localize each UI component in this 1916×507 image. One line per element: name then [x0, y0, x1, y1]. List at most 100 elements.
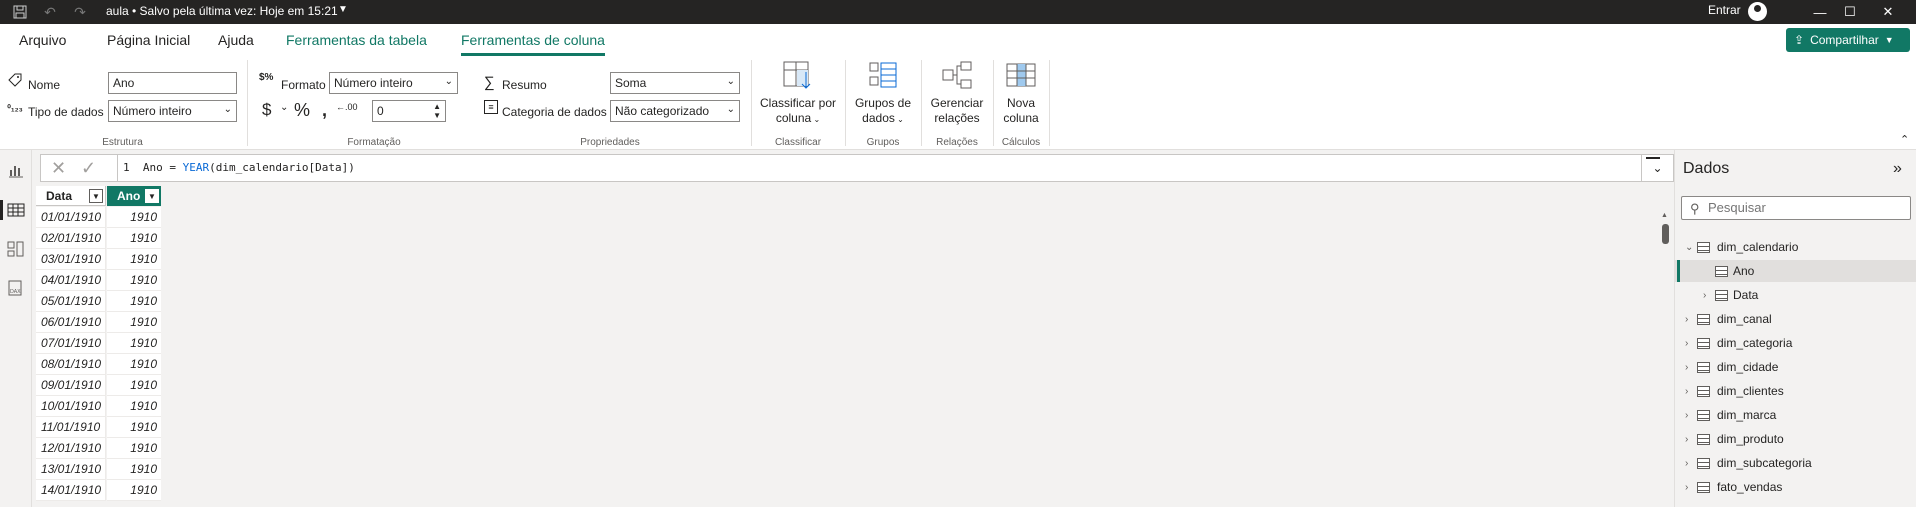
currency-icon[interactable]: $ [262, 100, 271, 120]
cell-ano[interactable]: 1910 [107, 333, 161, 354]
cell-ano[interactable]: 1910 [107, 354, 161, 375]
table-row[interactable]: 03/01/1910 1910 [36, 249, 161, 270]
undo-icon[interactable]: ↶ [40, 2, 60, 22]
cell-ano[interactable]: 1910 [107, 438, 161, 459]
field-item-data[interactable]: › Data [1675, 284, 1916, 306]
table-item-dim-subcategoria[interactable]: › dim_subcategoria [1675, 452, 1916, 474]
filter-dropdown-icon[interactable]: ▼ [145, 189, 159, 203]
search-input[interactable] [1708, 200, 1903, 215]
cell-ano[interactable]: 1910 [107, 480, 161, 501]
share-button[interactable]: ⇪ Compartilhar ▼ [1786, 28, 1910, 52]
column-header-ano[interactable]: Ano ▼ [107, 186, 161, 206]
table-item-dim-clientes[interactable]: › dim_clientes [1675, 380, 1916, 402]
table-row[interactable]: 06/01/1910 1910 [36, 312, 161, 333]
format-select[interactable]: Número inteiro ⌄ [329, 72, 458, 94]
manage-relationships-button[interactable]: Gerenciar relações [926, 60, 988, 126]
table-item-dim-categoria[interactable]: › dim_categoria [1675, 332, 1916, 354]
table-item-dim-marca[interactable]: › dim_marca [1675, 404, 1916, 426]
cell-ano[interactable]: 1910 [107, 228, 161, 249]
redo-icon[interactable]: ↷ [70, 2, 90, 22]
cell-ano[interactable]: 1910 [107, 417, 161, 438]
data-groups-button[interactable]: Grupos de dados ⌄ [851, 60, 915, 127]
column-header-data[interactable]: Data ▼ [36, 186, 106, 206]
cell-data[interactable]: 06/01/1910 [36, 312, 106, 333]
table-item-fato-vendas[interactable]: › fato_vendas [1675, 476, 1916, 498]
table-row[interactable]: 13/01/1910 1910 [36, 459, 161, 480]
close-button[interactable]: ✕ [1865, 0, 1911, 24]
user-avatar-icon[interactable] [1748, 2, 1767, 21]
cell-data[interactable]: 10/01/1910 [36, 396, 106, 417]
tab-ferramentas-tabela[interactable]: Ferramentas da tabela [286, 32, 427, 48]
table-row[interactable]: 14/01/1910 1910 [36, 480, 161, 501]
sort-by-column-button[interactable]: Classificar por coluna ⌄ [756, 60, 840, 127]
cell-ano[interactable]: 1910 [107, 270, 161, 291]
cell-ano[interactable]: 1910 [107, 459, 161, 480]
cell-data[interactable]: 14/01/1910 [36, 480, 106, 501]
cell-data[interactable]: 05/01/1910 [36, 291, 106, 312]
cell-data[interactable]: 09/01/1910 [36, 375, 106, 396]
chevron-right-icon[interactable]: › [1685, 458, 1688, 469]
table-item-dim-cidade[interactable]: › dim_cidade [1675, 356, 1916, 378]
table-row[interactable]: 12/01/1910 1910 [36, 438, 161, 459]
decimals-stepper[interactable]: 0 ▲ ▼ [372, 100, 446, 122]
cell-data[interactable]: 11/01/1910 [36, 417, 106, 438]
chevron-right-icon[interactable]: › [1685, 386, 1688, 397]
cell-data[interactable]: 13/01/1910 [36, 459, 106, 480]
table-row[interactable]: 10/01/1910 1910 [36, 396, 161, 417]
chevron-right-icon[interactable]: › [1685, 362, 1688, 373]
tab-ferramentas-coluna[interactable]: Ferramentas de coluna [461, 32, 605, 48]
save-icon[interactable] [10, 2, 30, 22]
cell-ano[interactable]: 1910 [107, 291, 161, 312]
cell-data[interactable]: 12/01/1910 [36, 438, 106, 459]
table-row[interactable]: 05/01/1910 1910 [36, 291, 161, 312]
formula-editor[interactable]: 1 Ano = YEAR(dim_calendario[Data]) [123, 161, 355, 174]
cell-ano[interactable]: 1910 [107, 249, 161, 270]
commit-formula-icon[interactable]: ✓ [81, 158, 96, 179]
table-row[interactable]: 08/01/1910 1910 [36, 354, 161, 375]
chevron-right-icon[interactable]: › [1703, 290, 1706, 301]
percent-icon[interactable]: % [294, 100, 310, 121]
cell-data[interactable]: 03/01/1910 [36, 249, 106, 270]
document-title[interactable]: aula • Salvo pela última vez: Hoje em 15… [106, 4, 338, 18]
category-select[interactable]: Não categorizado ⌄ [610, 100, 740, 122]
vertical-scrollbar[interactable] [1662, 224, 1669, 244]
chevron-right-icon[interactable]: › [1685, 314, 1688, 325]
collapse-ribbon-icon[interactable]: ⌃ [1900, 133, 1909, 146]
collapse-pane-icon[interactable]: » [1893, 160, 1902, 178]
table-row[interactable]: 01/01/1910 1910 [36, 207, 161, 228]
cell-data[interactable]: 08/01/1910 [36, 354, 106, 375]
table-item-dim-produto[interactable]: › dim_produto [1675, 428, 1916, 450]
search-box[interactable]: ⚲ [1681, 196, 1911, 220]
new-column-button[interactable]: Nova coluna [998, 60, 1044, 126]
cell-ano[interactable]: 1910 [107, 312, 161, 333]
cell-data[interactable]: 02/01/1910 [36, 228, 106, 249]
table-row[interactable]: 02/01/1910 1910 [36, 228, 161, 249]
cell-data[interactable]: 07/01/1910 [36, 333, 106, 354]
chevron-right-icon[interactable]: › [1685, 434, 1688, 445]
decrease-decimals-icon[interactable]: ←.00 [336, 102, 358, 112]
tab-ajuda[interactable]: Ajuda [218, 32, 254, 48]
scroll-up-icon[interactable]: ▲ [1661, 212, 1668, 219]
table-row[interactable]: 07/01/1910 1910 [36, 333, 161, 354]
table-item-dim-canal[interactable]: › dim_canal [1675, 308, 1916, 330]
table-view-icon[interactable] [6, 200, 26, 220]
expand-formula-icon[interactable]: ⌄ [1641, 155, 1673, 181]
column-name-input[interactable] [108, 72, 237, 94]
chevron-right-icon[interactable]: › [1685, 410, 1688, 421]
datatype-select[interactable]: Número inteiro ⌄ [108, 100, 237, 122]
cancel-formula-icon[interactable]: ✕ [51, 158, 66, 179]
table-item-dim-calendario[interactable]: ⌄ dim_calendario [1675, 236, 1916, 258]
table-row[interactable]: 04/01/1910 1910 [36, 270, 161, 291]
signin-button[interactable]: Entrar [1708, 3, 1741, 17]
tab-pagina-inicial[interactable]: Página Inicial [107, 32, 190, 48]
chevron-down-icon[interactable]: ⌄ [1685, 242, 1693, 253]
table-row[interactable]: 09/01/1910 1910 [36, 375, 161, 396]
filter-dropdown-icon[interactable]: ▼ [89, 189, 103, 203]
tab-arquivo[interactable]: Arquivo [19, 32, 66, 48]
dax-query-view-icon[interactable]: DAX [6, 278, 26, 298]
cell-ano[interactable]: 1910 [107, 207, 161, 228]
table-row[interactable]: 11/01/1910 1910 [36, 417, 161, 438]
summary-select[interactable]: Soma ⌄ [610, 72, 740, 94]
cell-data[interactable]: 01/01/1910 [36, 207, 106, 228]
model-view-icon[interactable] [6, 239, 26, 259]
